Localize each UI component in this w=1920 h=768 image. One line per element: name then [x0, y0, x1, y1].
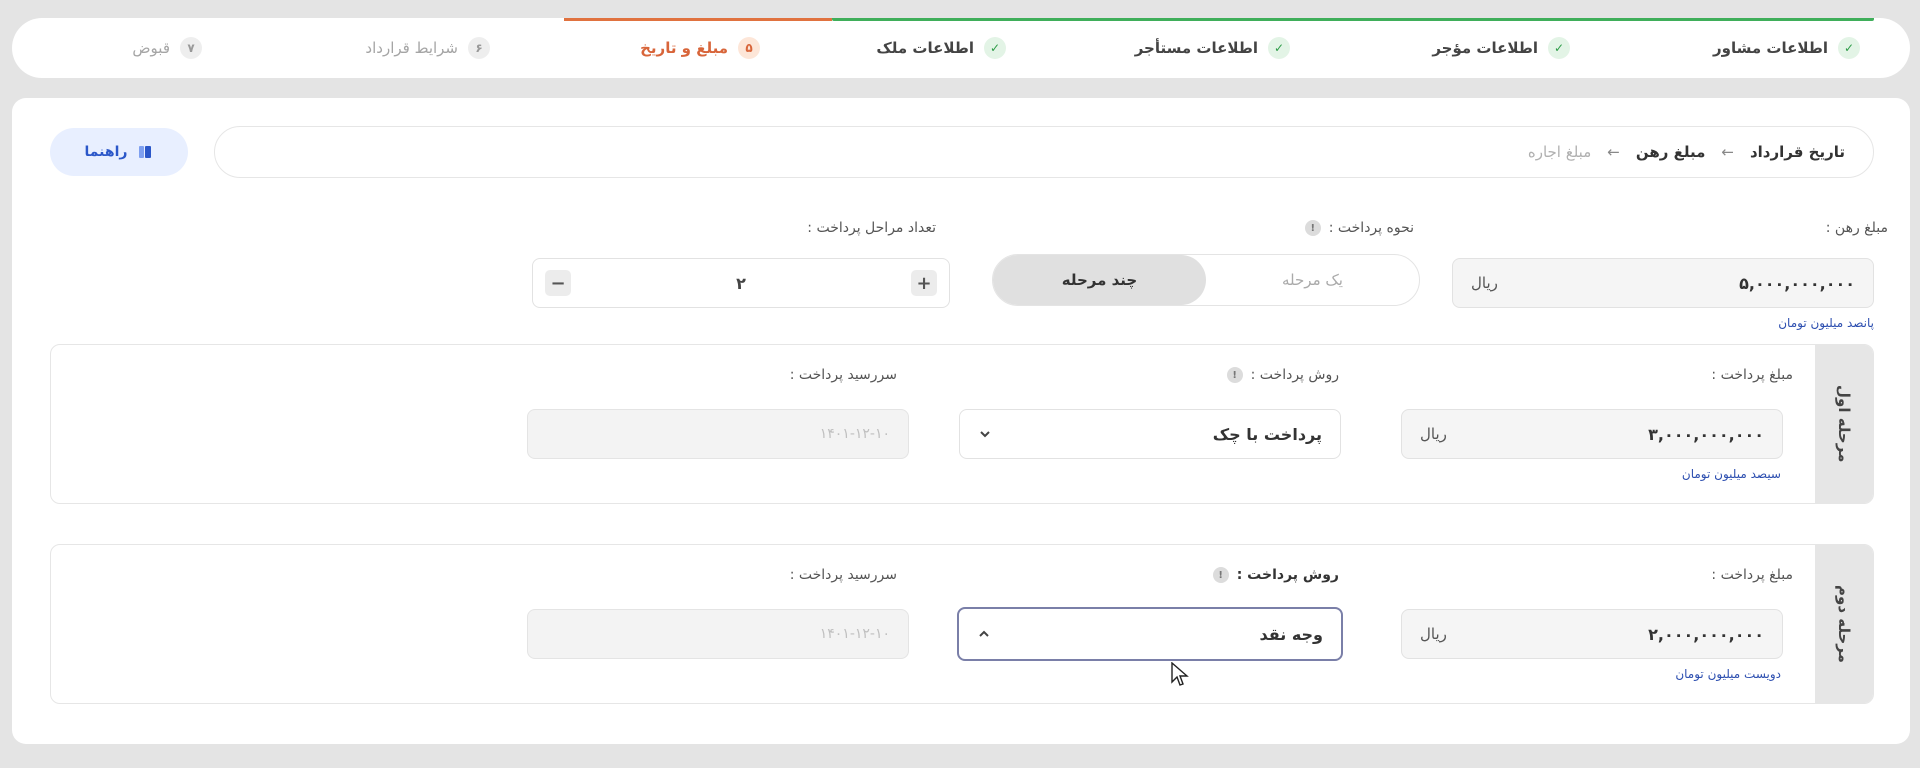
toggle-multi-stage[interactable]: چند مرحله: [993, 255, 1206, 305]
step-label: اطلاعات مستأجر: [1134, 39, 1258, 57]
payment-type-toggle[interactable]: یک مرحله چند مرحله: [992, 254, 1420, 306]
stage-card-2: مرحله دوم مبلغ پرداخت : ۲,۰۰۰,۰۰۰,۰۰۰ ری…: [50, 544, 1874, 704]
stage-amount-value: ۳,۰۰۰,۰۰۰,۰۰۰: [1648, 424, 1764, 444]
stage-count-stepper[interactable]: − ۲ +: [532, 258, 950, 308]
step-label: شرایط قرارداد: [365, 39, 458, 57]
chevron-up-icon: [979, 630, 989, 637]
step-number: ۷: [180, 37, 202, 59]
step-number: ۶: [468, 37, 490, 59]
method-label: روش پرداخت : !: [1226, 367, 1339, 383]
due-date-input[interactable]: ۱۴۰۱-۱۲-۱۰: [527, 409, 909, 459]
stage-amount-hint: دویست میلیون تومان: [1675, 667, 1781, 681]
deposit-input[interactable]: ۵,۰۰۰,۰۰۰,۰۰۰ ریال: [1452, 258, 1874, 308]
plus-button[interactable]: +: [910, 270, 937, 296]
step-tenant-info[interactable]: ✓ اطلاعات مستأجر: [1135, 18, 1290, 78]
crumb-rent[interactable]: مبلغ اجاره: [1528, 143, 1591, 161]
step-contract-terms[interactable]: ۶ شرایط قرارداد: [365, 18, 490, 78]
step-label: قبوض: [132, 39, 170, 57]
stage-amount-input[interactable]: ۲,۰۰۰,۰۰۰,۰۰۰ ریال: [1401, 609, 1783, 659]
step-label: اطلاعات ملک: [876, 39, 974, 57]
stage-tab: مرحله دوم: [1815, 545, 1873, 703]
payment-method-value: پرداخت با چک: [1212, 424, 1322, 444]
step-amount-date[interactable]: ۵ مبلغ و تاریخ: [640, 18, 760, 78]
due-date-input[interactable]: ۱۴۰۱-۱۲-۱۰: [527, 609, 909, 659]
check-icon: ✓: [984, 37, 1006, 59]
method-label: روش پرداخت : !: [1212, 567, 1339, 583]
due-label: سررسید پرداخت :: [789, 567, 897, 583]
stage-count-value: ۲: [736, 273, 746, 293]
info-icon[interactable]: !: [1226, 367, 1243, 383]
crumb-contract-date[interactable]: تاریخ قرارداد: [1750, 143, 1845, 161]
stage-amount-hint: سیصد میلیون تومان: [1681, 467, 1781, 481]
info-icon[interactable]: !: [1304, 220, 1321, 236]
guide-button-label: راهنما: [84, 144, 128, 160]
stage-amount-unit: ریال: [1420, 625, 1447, 643]
minus-button[interactable]: −: [545, 270, 571, 296]
payment-method-select[interactable]: پرداخت با چک: [959, 409, 1341, 459]
step-consultant-info[interactable]: ✓ اطلاعات مشاور: [1713, 18, 1860, 78]
breadcrumb: تاریخ قرارداد ← مبلغ رهن ← مبلغ اجاره: [214, 126, 1874, 178]
chevron-down-icon: [980, 431, 990, 438]
step-number: ۵: [738, 37, 760, 59]
stage-tab: مرحله اول: [1815, 345, 1873, 503]
check-icon: ✓: [1548, 37, 1570, 59]
step-label: اطلاعات مؤجر: [1432, 39, 1538, 57]
step-label: مبلغ و تاریخ: [640, 39, 728, 57]
deposit-label: مبلغ رهن :: [1825, 220, 1888, 236]
step-property-info[interactable]: ✓ اطلاعات ملک: [876, 18, 1006, 78]
stage-amount-value: ۲,۰۰۰,۰۰۰,۰۰۰: [1648, 624, 1764, 644]
payment-method-select[interactable]: وجه نقد: [957, 607, 1343, 661]
payment-type-label: نحوه پرداخت : !: [1304, 220, 1414, 236]
deposit-value: ۵,۰۰۰,۰۰۰,۰۰۰: [1739, 273, 1855, 293]
due-date-value: ۱۴۰۱-۱۲-۱۰: [819, 426, 890, 442]
stage-amount-input[interactable]: ۳,۰۰۰,۰۰۰,۰۰۰ ریال: [1401, 409, 1783, 459]
crumb-deposit[interactable]: مبلغ رهن: [1636, 143, 1706, 161]
mouse-cursor-icon: [1171, 662, 1189, 686]
arrow-left-icon: ←: [1607, 143, 1620, 161]
book-icon: [139, 146, 152, 158]
deposit-unit: ریال: [1471, 274, 1498, 292]
wizard-stepper: ✓ اطلاعات مشاور ✓ اطلاعات مؤجر ✓ اطلاعات…: [12, 18, 1910, 78]
stage-amount-unit: ریال: [1420, 425, 1447, 443]
stage-title: مرحله اول: [1835, 385, 1853, 463]
step-label: اطلاعات مشاور: [1713, 39, 1828, 57]
stage-title: مرحله دوم: [1835, 585, 1853, 663]
step-bills[interactable]: ۷ قبوض: [132, 18, 202, 78]
payment-method-value: وجه نقد: [1259, 624, 1323, 644]
due-date-value: ۱۴۰۱-۱۲-۱۰: [819, 626, 890, 642]
due-label: سررسید پرداخت :: [789, 367, 897, 383]
amount-label: مبلغ پرداخت :: [1711, 367, 1793, 383]
check-icon: ✓: [1268, 37, 1290, 59]
guide-button[interactable]: راهنما: [50, 128, 188, 176]
toggle-single-stage[interactable]: یک مرحله: [1206, 255, 1419, 305]
stage-card-1: مرحله اول مبلغ پرداخت : ۳,۰۰۰,۰۰۰,۰۰۰ ری…: [50, 344, 1874, 504]
amount-date-form: راهنما تاریخ قرارداد ← مبلغ رهن ← مبلغ ا…: [12, 98, 1910, 744]
check-icon: ✓: [1838, 37, 1860, 59]
arrow-left-icon: ←: [1721, 143, 1734, 161]
step-landlord-info[interactable]: ✓ اطلاعات مؤجر: [1432, 18, 1570, 78]
amount-label: مبلغ پرداخت :: [1711, 567, 1793, 583]
info-icon[interactable]: !: [1212, 567, 1229, 583]
deposit-hint: پانصد میلیون تومان: [1778, 316, 1874, 330]
stage-count-label: تعداد مراحل پرداخت :: [807, 220, 936, 236]
